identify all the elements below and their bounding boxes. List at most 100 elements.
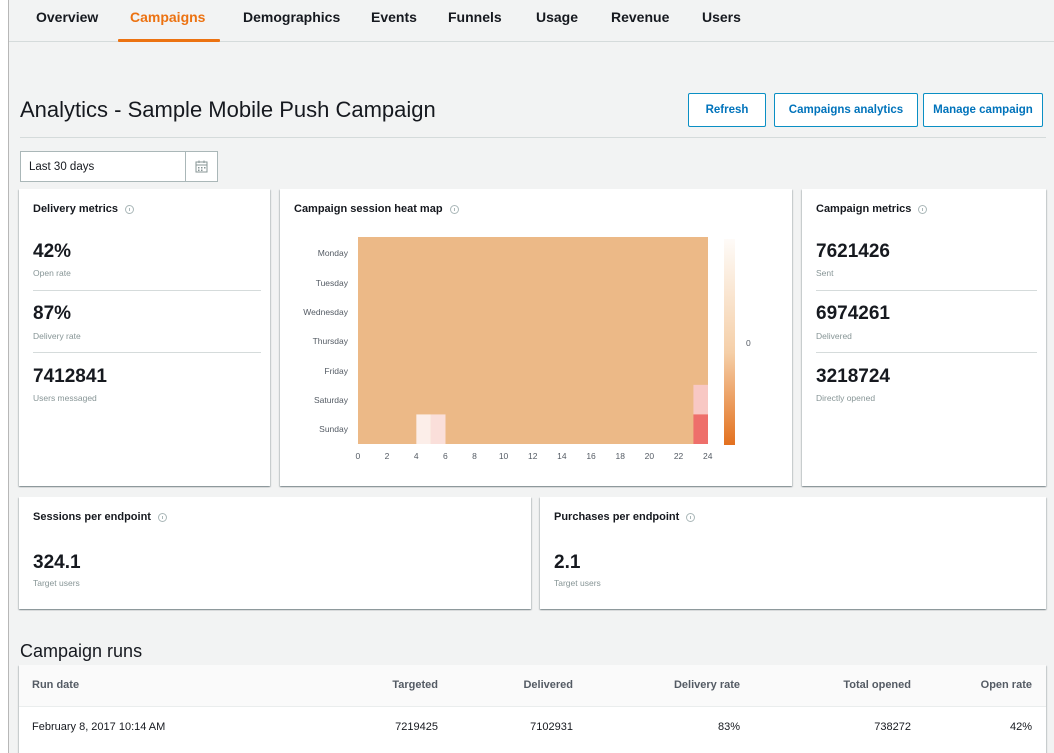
top-nav: Overview Campaigns Demographics Events F… xyxy=(9,0,1054,42)
heatmap-cell-sunday-4 xyxy=(416,414,431,444)
y-tick-label: Thursday xyxy=(312,336,348,346)
column-header[interactable]: Run date xyxy=(32,679,79,691)
x-tick-label: 16 xyxy=(586,451,596,461)
table-cell: 83% xyxy=(717,721,740,733)
divider xyxy=(33,290,261,291)
heatmap-x-axis: 0 2 4 6 8 10 12 14 16 18 20 22 24 xyxy=(355,451,718,465)
x-tick-label: 20 xyxy=(644,451,655,461)
campaigns-analytics-button[interactable]: Campaigns analytics xyxy=(774,93,918,127)
page-title: Analytics - Sample Mobile Push Campaign xyxy=(20,97,436,122)
x-tick-label: 22 xyxy=(673,451,684,461)
x-tick-label: 0 xyxy=(355,451,361,461)
purchases-label: Target users xyxy=(554,578,601,588)
x-tick-label: 12 xyxy=(528,451,538,461)
y-tick-label: Tuesday xyxy=(315,278,348,288)
delivery-rate-value: 87% xyxy=(33,303,72,324)
divider xyxy=(33,352,261,353)
heatmap-background xyxy=(358,237,708,444)
y-tick-label: Wednesday xyxy=(303,307,348,317)
x-tick-label: 14 xyxy=(557,451,567,461)
card-title-text: Sessions per endpoint xyxy=(33,511,151,523)
open-rate-value: 42% xyxy=(33,241,72,262)
sent-label: Sent xyxy=(816,268,834,278)
tab-revenue[interactable]: Revenue xyxy=(611,9,669,25)
tab-usage[interactable]: Usage xyxy=(536,9,578,25)
card-title-text: Campaign session heat map xyxy=(294,203,443,215)
header-divider xyxy=(20,137,1046,138)
table-cell: February 8, 2017 10:14 AM xyxy=(32,721,166,733)
card-title: Delivery metrics xyxy=(33,203,134,215)
colorbar-tick-label: 0 xyxy=(746,338,751,348)
info-icon[interactable] xyxy=(686,512,696,522)
purchases-value: 2.1 xyxy=(554,552,581,573)
tab-campaigns[interactable]: Campaigns xyxy=(130,9,205,25)
manage-campaign-button[interactable]: Manage campaign xyxy=(923,93,1043,127)
table-cell: 7219425 xyxy=(395,721,438,733)
card-title: Sessions per endpoint xyxy=(33,511,167,523)
tab-funnels[interactable]: Funnels xyxy=(448,9,502,25)
delivery-rate-label: Delivery rate xyxy=(33,331,81,341)
heatmap-colorbar xyxy=(724,239,735,445)
card-title-text: Campaign metrics xyxy=(816,203,912,215)
sessions-value: 324.1 xyxy=(33,552,81,573)
delivered-label: Delivered xyxy=(816,331,852,341)
card-title: Campaign metrics xyxy=(816,203,928,215)
refresh-button[interactable]: Refresh xyxy=(688,93,766,127)
sessions-label: Target users xyxy=(33,578,80,588)
sessions-per-endpoint-card: Sessions per endpoint 324.1 Target users xyxy=(19,497,531,609)
heatmap-y-axis: Monday Tuesday Wednesday Thursday Friday… xyxy=(280,245,348,445)
x-tick-label: 2 xyxy=(384,451,390,461)
column-header[interactable]: Targeted xyxy=(392,679,438,691)
heatmap-cell-sunday-23 xyxy=(693,414,708,444)
info-icon[interactable] xyxy=(125,204,134,214)
info-icon[interactable] xyxy=(449,204,459,214)
delivered-value: 6974261 xyxy=(816,303,890,324)
sent-value: 7621426 xyxy=(816,241,890,262)
campaign-runs-title: Campaign runs xyxy=(20,641,143,661)
x-tick-label: 4 xyxy=(413,451,419,461)
heatmap-cell-sunday-5 xyxy=(430,414,446,444)
card-title-text: Delivery metrics xyxy=(33,203,118,215)
y-tick-label: Friday xyxy=(324,366,348,376)
x-tick-label: 24 xyxy=(703,451,713,461)
active-tab-indicator xyxy=(118,39,220,42)
card-title: Purchases per endpoint xyxy=(554,511,696,523)
campaign-runs-table: Run date Targeted Delivered Delivery rat… xyxy=(19,665,1046,753)
table-header: Run date Targeted Delivered Delivery rat… xyxy=(19,665,1046,707)
divider xyxy=(816,290,1037,291)
card-title: Campaign session heat map xyxy=(294,203,459,215)
y-tick-label: Saturday xyxy=(313,395,348,405)
directly-opened-value: 3218724 xyxy=(816,366,890,387)
users-messaged-label: Users messaged xyxy=(33,393,97,403)
divider xyxy=(816,352,1037,353)
date-range-value: Last 30 days xyxy=(29,160,95,173)
column-header[interactable]: Total opened xyxy=(843,679,911,691)
heatmap-grid xyxy=(358,237,708,444)
x-tick-label: 10 xyxy=(498,451,509,461)
y-tick-label: Sunday xyxy=(319,424,348,434)
tab-users[interactable]: Users xyxy=(702,9,741,25)
table-cell: 7102931 xyxy=(530,721,573,733)
heatmap-card: Campaign session heat map Monday Tuesday… xyxy=(280,189,792,486)
column-header[interactable]: Open rate xyxy=(981,679,1032,691)
campaign-metrics-card: Campaign metrics 7621426 Sent 6974261 De… xyxy=(802,189,1046,486)
info-icon[interactable] xyxy=(918,204,928,214)
delivery-metrics-card: Delivery metrics 42% Open rate 87% Deliv… xyxy=(19,189,270,486)
x-tick-label: 6 xyxy=(443,451,448,461)
tab-demographics[interactable]: Demographics xyxy=(243,9,340,25)
date-range-select[interactable]: Last 30 days xyxy=(20,151,186,182)
column-header[interactable]: Delivered xyxy=(523,679,573,691)
card-title-text: Purchases per endpoint xyxy=(554,511,680,523)
app-frame: Overview Campaigns Demographics Events F… xyxy=(8,0,1054,753)
x-tick-label: 8 xyxy=(472,451,477,461)
directly-opened-label: Directly opened xyxy=(816,393,876,403)
column-header[interactable]: Delivery rate xyxy=(674,679,740,691)
tab-overview[interactable]: Overview xyxy=(36,9,98,25)
heatmap-cell-saturday-23 xyxy=(693,384,708,415)
calendar-button[interactable] xyxy=(186,151,218,182)
info-icon[interactable] xyxy=(157,512,167,522)
tab-events[interactable]: Events xyxy=(371,9,417,25)
table-cell: 738272 xyxy=(874,721,911,733)
users-messaged-value: 7412841 xyxy=(33,366,107,387)
purchases-per-endpoint-card: Purchases per endpoint 2.1 Target users xyxy=(540,497,1046,609)
